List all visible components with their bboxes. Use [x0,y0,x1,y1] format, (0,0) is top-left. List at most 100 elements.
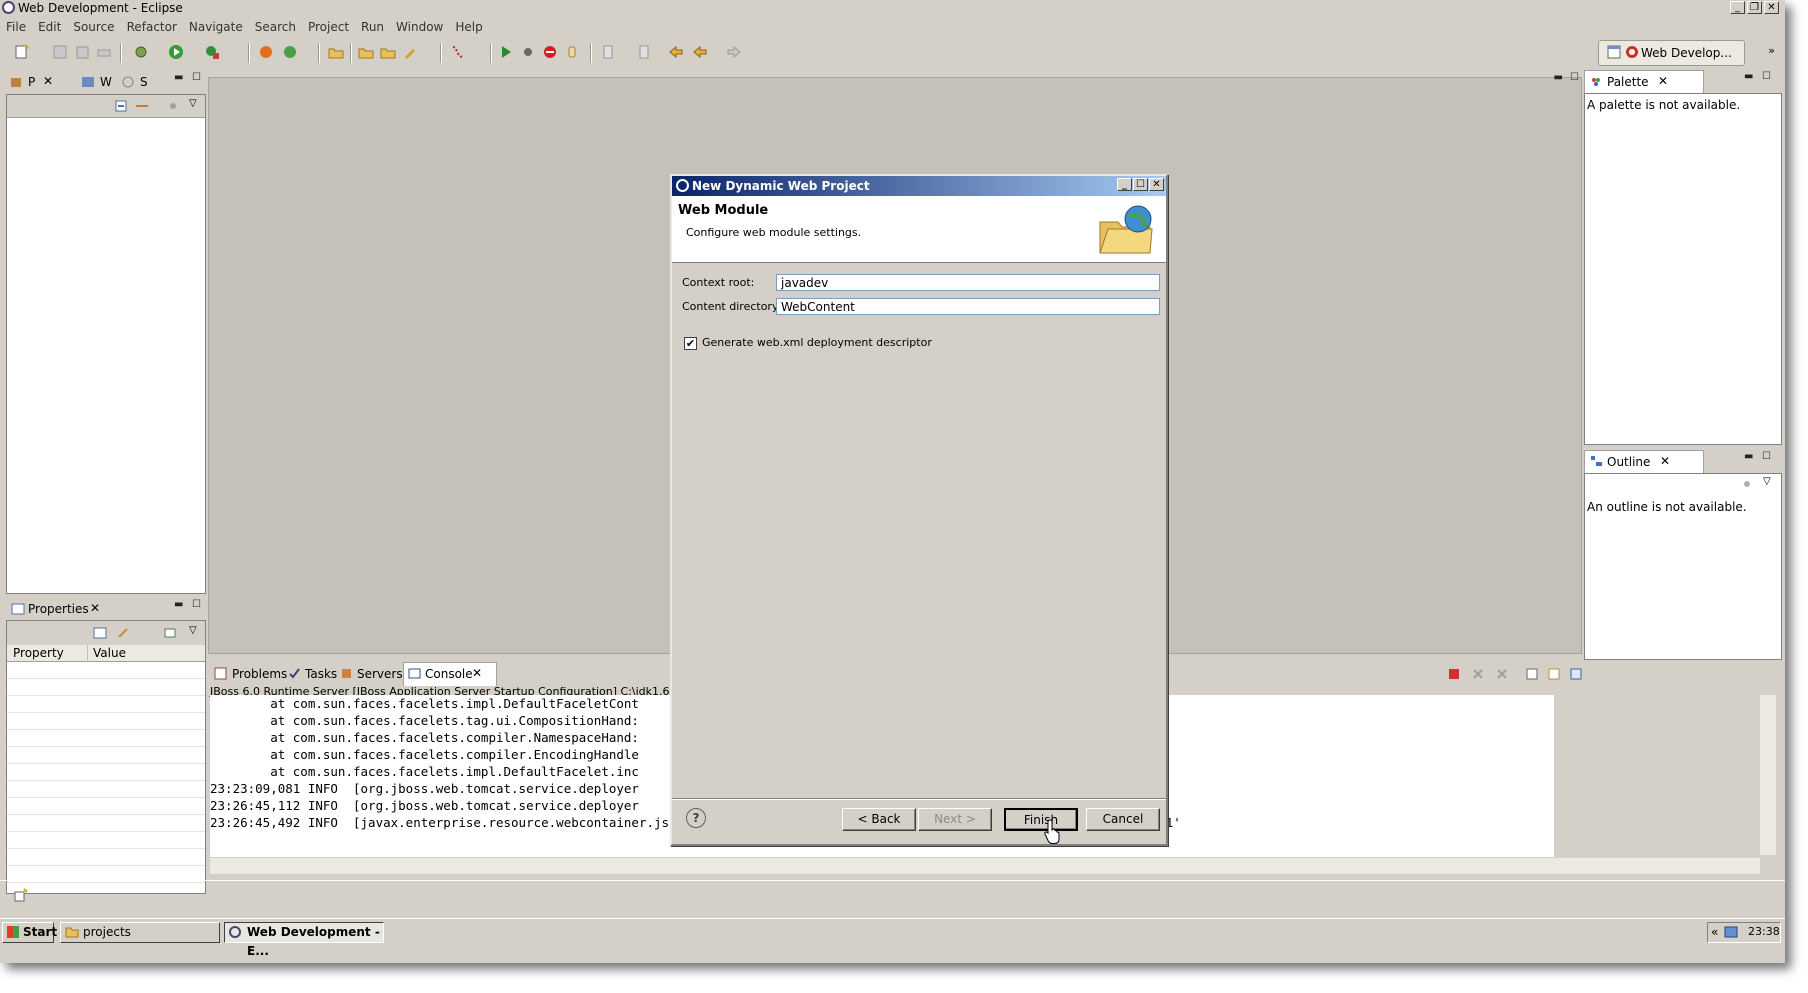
terminate-icon[interactable] [1448,668,1460,680]
maximize-view-icon[interactable]: ☐ [192,72,201,83]
debug-config-icon[interactable] [133,44,149,60]
menu-project[interactable]: Project [302,18,355,36]
tab-close-icon[interactable]: ✕ [1660,454,1670,468]
save-all-icon[interactable] [74,44,90,60]
cancel-button[interactable]: Cancel [1086,808,1160,831]
generate-webxml-checkbox[interactable]: ✔ [684,337,697,350]
remove-launch-icon[interactable] [1472,668,1484,680]
task-projects[interactable]: projects [60,922,220,943]
minimize-view-icon[interactable]: ▬ [1744,451,1753,462]
open-type-icon[interactable] [358,44,374,60]
categories-icon[interactable] [93,627,107,639]
dialog-minimize-button[interactable]: _ [1117,178,1132,191]
tab-properties[interactable]: Properties [28,602,89,616]
snippets-icon[interactable] [121,76,135,88]
help-icon[interactable]: ? [686,808,706,828]
menu-edit[interactable]: Edit [32,18,67,36]
web-icon[interactable] [81,76,95,88]
view-menu-icon[interactable]: ▽ [189,625,197,636]
console-horizontal-scrollbar[interactable] [210,858,1760,874]
menu-refactor[interactable]: Refactor [121,18,183,36]
debug-step-icon[interactable] [520,44,536,60]
tab-close-icon[interactable]: ✕ [90,601,100,615]
menu-source[interactable]: Source [67,18,120,36]
search-icon[interactable] [404,44,420,60]
tab-w[interactable]: W [100,75,112,89]
resume-icon[interactable] [498,44,514,60]
tray-chevron[interactable]: « [1711,925,1718,939]
tab-p[interactable]: P [28,75,35,89]
print-icon[interactable] [96,44,112,60]
more-perspectives-chevron[interactable]: » [1768,44,1775,57]
view-menu-icon[interactable]: ▽ [189,98,197,109]
collapse-all-icon[interactable] [115,100,127,112]
minimize-button[interactable]: _ [1730,1,1745,14]
hand-icon[interactable] [564,44,580,60]
new-icon[interactable] [14,44,30,60]
console-scrollbar[interactable] [1760,695,1776,855]
stop-icon[interactable] [542,44,558,60]
view-options-icon[interactable] [167,100,179,112]
next-annotation-icon[interactable] [600,44,616,60]
maximize-view-icon[interactable]: ☐ [1762,451,1771,462]
run-icon[interactable] [168,44,184,60]
menu-file[interactable]: File [0,18,32,36]
advanced-icon[interactable] [117,627,131,639]
perspective-switcher[interactable]: Web Develop... [1598,40,1745,66]
restore-button[interactable]: ❐ [1747,1,1762,14]
back-icon[interactable] [692,44,708,60]
close-button[interactable]: ✕ [1764,1,1779,14]
prev-annotation-icon[interactable] [636,44,652,60]
finish-button[interactable]: Finish [1004,808,1078,831]
start-button[interactable]: Start [2,922,57,943]
tab-palette[interactable]: Palette [1607,75,1649,89]
tab-close-icon[interactable]: ✕ [1658,74,1668,88]
open-folder-icon[interactable] [328,44,344,60]
remove-all-icon[interactable] [1496,668,1508,680]
save-icon[interactable] [52,44,68,60]
show-on-output-icon[interactable] [1570,668,1582,680]
outline-options-icon[interactable] [1741,478,1753,490]
menu-search[interactable]: Search [249,18,302,36]
open-resource-icon[interactable] [380,44,396,60]
maximize-view-icon[interactable]: ☐ [192,599,201,610]
tab-problems[interactable]: Problems [232,667,287,681]
network-icon[interactable] [1724,926,1738,939]
tab-servers[interactable]: Servers [357,667,403,681]
forward-icon[interactable] [726,44,742,60]
generate-webxml-label[interactable]: Generate web.xml deployment descriptor [702,336,932,349]
maximize-view-icon[interactable]: ☐ [1762,71,1771,82]
value-column-header[interactable]: Value [93,646,126,660]
last-edit-icon[interactable] [668,44,684,60]
link-editor-icon[interactable] [135,100,149,112]
pin-icon[interactable] [163,627,177,639]
new-web-icon[interactable] [282,44,298,60]
tab-close-icon[interactable]: ✕ [472,666,482,680]
menu-run[interactable]: Run [355,18,390,36]
fast-view-icon[interactable] [14,888,28,902]
new-server-icon[interactable] [258,44,274,60]
tab-tasks[interactable]: Tasks [305,667,337,681]
minimize-view-icon[interactable]: ▬ [1744,71,1753,82]
breakpoint-icon[interactable] [450,44,466,60]
restore-default-icon[interactable] [141,627,155,639]
dialog-maximize-button[interactable]: ☐ [1133,178,1148,191]
task-web-development[interactable]: Web Development - E... [224,922,384,958]
menu-help[interactable]: Help [449,18,488,36]
context-root-input[interactable] [776,274,1160,291]
tab-s[interactable]: S [140,75,148,89]
minimize-editor-icon[interactable]: ▬ [1554,72,1563,83]
content-directory-input[interactable] [776,298,1160,315]
property-column-header[interactable]: Property [13,646,64,660]
tab-console[interactable]: Console [425,667,473,681]
external-tools-icon[interactable] [204,44,220,60]
tab-outline[interactable]: Outline [1607,455,1650,469]
minimize-view-icon[interactable]: ▬ [174,599,183,610]
tab-close-icon[interactable]: ✕ [43,74,53,88]
back-button[interactable]: < Back [842,808,916,831]
view-menu-icon[interactable]: ▽ [1763,476,1771,487]
next-button[interactable]: Next > [918,808,992,831]
menu-window[interactable]: Window [390,18,449,36]
package-explorer-icon[interactable] [10,76,22,88]
scroll-lock-icon[interactable] [1548,668,1560,680]
